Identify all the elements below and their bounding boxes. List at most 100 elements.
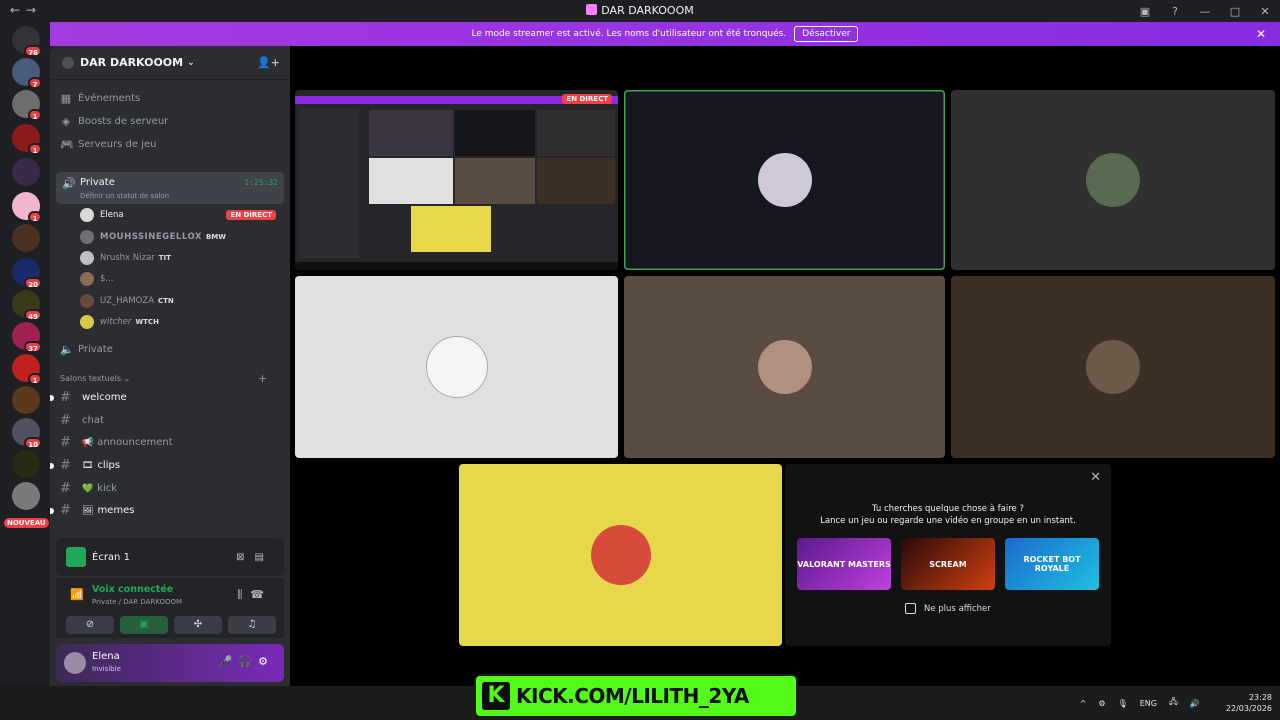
mic-headset-settings[interactable]: 🎤🎧⚙ bbox=[219, 655, 274, 668]
close-icon[interactable]: ✕ bbox=[1090, 470, 1101, 485]
voice-connection-panel: 📶 Voix connectée Private / DAR DARKOOOM … bbox=[56, 578, 284, 638]
participant-tile[interactable] bbox=[624, 276, 945, 458]
speaker-icon: 🔊 bbox=[62, 177, 76, 190]
voice-member[interactable]: witcher WTCH bbox=[80, 313, 159, 331]
disable-streamer-button[interactable]: Désactiver bbox=[794, 26, 859, 42]
server-icon[interactable] bbox=[12, 158, 40, 186]
voice-channel-private[interactable]: 🔊 Private 1:25:32 Définir un statut de s… bbox=[56, 172, 284, 204]
channel-chat[interactable]: # chat bbox=[60, 413, 104, 428]
avatar bbox=[757, 153, 812, 207]
game-card-valorant[interactable]: VALORANT MASTERS bbox=[797, 538, 891, 590]
preview-tile bbox=[411, 206, 491, 252]
preview-sidebar bbox=[299, 108, 359, 258]
clock[interactable]: 23:28 22/03/2026 bbox=[1214, 692, 1272, 714]
screen-share-panel: Écran 1 ⊠▤ bbox=[56, 538, 284, 576]
maximize-button[interactable]: □ bbox=[1220, 5, 1250, 18]
voice-member[interactable]: Nrushx Nizar TIT bbox=[80, 249, 171, 267]
server-icon[interactable]: 1 bbox=[12, 124, 42, 155]
server-icon[interactable]: 37 bbox=[12, 322, 42, 353]
preview-tile bbox=[455, 110, 535, 156]
invite-icon[interactable]: 👤+ bbox=[257, 56, 280, 69]
server-icon[interactable] bbox=[12, 482, 40, 510]
channel-status[interactable]: Définir un statut de salon bbox=[80, 192, 169, 200]
game-servers-item[interactable]: 🎮 Serveurs de jeu bbox=[60, 138, 156, 151]
window-title: DAR DARKOOOM bbox=[0, 4, 1280, 17]
game-card-scream[interactable]: SCREAM bbox=[901, 538, 995, 590]
server-icon[interactable] bbox=[12, 386, 40, 414]
category-text-channels[interactable]: Salons textuels ⌄ + bbox=[60, 372, 267, 385]
hash-icon: # bbox=[60, 413, 71, 428]
server-icon[interactable]: 1 bbox=[12, 354, 42, 385]
server-icon[interactable] bbox=[12, 224, 40, 252]
close-icon[interactable]: ✕ bbox=[1256, 27, 1266, 41]
screen-share-button[interactable]: ▣ bbox=[120, 616, 168, 634]
avatar bbox=[80, 315, 94, 329]
inbox-icon[interactable]: ▣ bbox=[1130, 5, 1160, 18]
heart-icon: 💚 bbox=[82, 483, 94, 494]
boosts-item[interactable]: ◈ Boosts de serveur bbox=[60, 115, 169, 128]
server-icon[interactable]: 10 bbox=[12, 418, 42, 449]
volume-icon[interactable]: 🔊 bbox=[1190, 699, 1200, 708]
avatar bbox=[80, 294, 94, 308]
voice-member[interactable]: MOUHSSINEGELLOX BMW bbox=[80, 228, 226, 246]
live-badge: EN DIRECT bbox=[562, 94, 612, 104]
new-badge: NOUVEAU bbox=[4, 518, 49, 528]
channel-memes[interactable]: # 🖼 memes bbox=[50, 503, 134, 518]
participant-tile[interactable] bbox=[295, 276, 618, 458]
chevron-down-icon: ⌄ bbox=[187, 57, 195, 68]
kick-logo: K bbox=[482, 682, 510, 710]
server-icon[interactable]: 1 bbox=[12, 90, 42, 121]
participant-tile[interactable] bbox=[459, 464, 782, 646]
server-icon[interactable]: 49 bbox=[12, 290, 42, 321]
server-header[interactable]: DAR DARKOOOM ⌄ 👤+ bbox=[50, 46, 290, 80]
voice-member[interactable]: Elena EN DIRECT bbox=[80, 206, 282, 224]
chevron-down-icon: ⌄ bbox=[123, 374, 131, 383]
server-icon[interactable] bbox=[12, 450, 40, 478]
channel-clips[interactable]: # 🎞 clips bbox=[50, 458, 120, 473]
camera-off-button[interactable]: ⊘ bbox=[66, 616, 114, 634]
server-icon bbox=[62, 56, 74, 69]
close-button[interactable]: ✕ bbox=[1250, 5, 1280, 18]
voice-member[interactable]: $... bbox=[80, 270, 114, 288]
minimize-button[interactable]: — bbox=[1190, 5, 1220, 18]
preview-tile bbox=[369, 110, 453, 156]
preview-tile bbox=[537, 158, 615, 204]
dont-show-again[interactable]: Ne plus afficher bbox=[905, 603, 991, 614]
channel-sidebar: DAR DARKOOOM ⌄ 👤+ ▦ Événements ◈ Boosts de… bbox=[50, 46, 290, 686]
participant-tile[interactable] bbox=[951, 90, 1275, 270]
server-rail: 76 7 1 1 1 20 49 37 1 10 NOUVEAU bbox=[0, 22, 50, 720]
channel-announcement[interactable]: # 📢 announcement bbox=[60, 435, 173, 450]
channel-kick[interactable]: # 💚 kick bbox=[60, 481, 117, 496]
screen-icon bbox=[66, 547, 86, 567]
preview-tile bbox=[455, 158, 535, 204]
lang-indicator[interactable]: ENG bbox=[1140, 699, 1157, 708]
add-channel-icon[interactable]: + bbox=[258, 372, 267, 385]
server-icon[interactable]: 1 bbox=[12, 192, 42, 223]
participant-tile[interactable] bbox=[951, 276, 1275, 458]
megaphone-icon: 📢 bbox=[82, 437, 94, 448]
soundboard-button[interactable]: ♫ bbox=[228, 616, 276, 634]
screen-controls[interactable]: ⊠▤ bbox=[236, 552, 274, 563]
checkbox[interactable] bbox=[905, 603, 916, 614]
voice-channel-private-2[interactable]: 🔈 Private bbox=[60, 343, 113, 356]
events-item[interactable]: ▦ Événements bbox=[60, 92, 140, 105]
mic-icon[interactable]: 🎙 bbox=[1118, 699, 1128, 708]
server-icon[interactable]: 7 bbox=[12, 58, 42, 89]
stream-tile[interactable]: EN DIRECT bbox=[295, 90, 618, 270]
avatar[interactable] bbox=[64, 652, 86, 674]
noise-and-disconnect[interactable]: ⫼☎ bbox=[237, 588, 272, 602]
participant-tile[interactable] bbox=[624, 90, 945, 270]
home-button[interactable]: 76 bbox=[12, 26, 42, 57]
signal-icon[interactable]: 📶 bbox=[70, 588, 84, 601]
voice-member[interactable]: UZ_HAMOZA CTN bbox=[80, 292, 174, 310]
network-icon[interactable]: 🖧 bbox=[1169, 696, 1178, 710]
help-icon[interactable]: ? bbox=[1160, 5, 1190, 18]
server-icon[interactable]: 20 bbox=[12, 258, 42, 289]
streamer-message: Le mode streamer est activé. Les noms d'… bbox=[471, 29, 787, 39]
chevron-up-icon[interactable]: ^ bbox=[1080, 699, 1087, 708]
activities-button[interactable]: ✣ bbox=[174, 616, 222, 634]
activity-promo: ✕ Tu cherches quelque chose à faire ? La… bbox=[785, 464, 1111, 646]
game-card-rocket-bot[interactable]: ROCKET BOT ROYALE bbox=[1005, 538, 1099, 590]
channel-welcome[interactable]: # welcome bbox=[50, 390, 127, 405]
steam-icon[interactable]: ⚙ bbox=[1098, 699, 1105, 708]
